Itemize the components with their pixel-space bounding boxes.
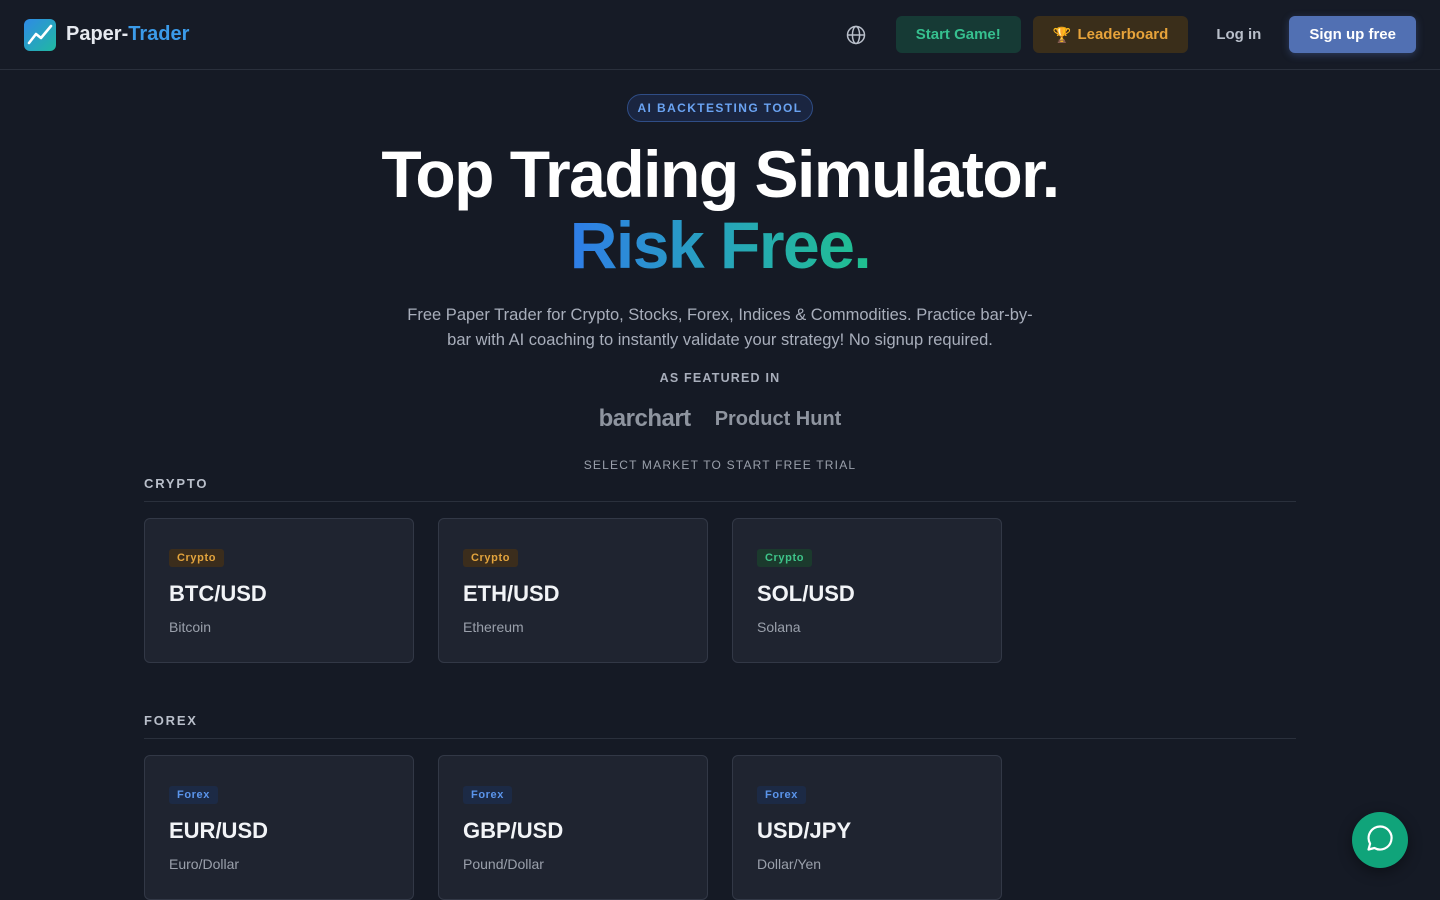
market-card-btc[interactable]: Crypto BTC/USD Bitcoin [144,518,414,663]
featured-label: AS FEATURED IN [659,371,781,385]
press-product-hunt[interactable]: Product Hunt [715,408,842,431]
chat-button[interactable] [1352,812,1408,868]
market-card-eurusd[interactable]: Forex EUR/USD Euro/Dollar [144,755,414,900]
globe-icon[interactable] [836,17,876,53]
signup-button[interactable]: Sign up free [1289,16,1416,53]
leaderboard-button[interactable]: 🏆 Leaderboard [1032,16,1189,53]
market-pair: SOL/USD [757,581,855,606]
section-divider [144,738,1296,739]
market-name: Dollar/Yen [757,856,822,872]
chart-line-icon [24,18,56,51]
start-game-button[interactable]: Start Game! [895,16,1021,53]
press-barchart[interactable]: barchart [599,405,692,433]
market-name: Pound/Dollar [463,856,544,872]
market-pair: EUR/USD [169,818,269,843]
market-name: Euro/Dollar [169,856,240,872]
logo[interactable]: Paper-Trader [24,18,189,51]
hero-subtitle: Free Paper Trader for Crypto, Stocks, Fo… [407,306,1033,349]
nav-actions: Start Game! 🏆 Leaderboard Log in Sign up … [836,16,1416,53]
press-logos: barchart Product Hunt [0,405,1440,433]
market-tag: Forex [169,786,218,804]
market-pair: USD/JPY [757,818,852,843]
market-tag: Crypto [463,549,519,567]
select-market-label: SELECT MARKET TO START FREE TRIAL [583,458,857,472]
market-tag: Crypto [757,549,813,567]
top-nav: Paper-Trader Start Game! 🏆 Leaderboard Lo… [0,0,1440,70]
section-divider [144,501,1296,502]
market-tag: Crypto [169,549,225,567]
market-pair: ETH/USD [463,581,560,606]
logo-text: Paper-Trader [66,23,189,46]
leaderboard-label: Leaderboard [1077,26,1169,43]
market-name: Ethereum [463,619,524,635]
logo-suffix: Trader [128,23,190,45]
market-card-gbpusd[interactable]: Forex GBP/USD Pound/Dollar [438,755,708,900]
hero-title-gradient: Risk Free. [569,208,872,282]
logo-prefix: Paper- [66,23,129,45]
market-pair: BTC/USD [169,581,267,606]
trophy-icon: 🏆 [1052,26,1072,44]
section-title-crypto: CRYPTO [144,476,209,491]
market-card-sol[interactable]: Crypto SOL/USD Solana [732,518,1002,663]
hero-badge: AI BACKTESTING TOOL [627,94,813,122]
chat-bubble-icon [1365,823,1395,858]
section-title-forex: FOREX [144,713,198,728]
hero-title-line2: Risk Free. [0,207,1440,283]
market-name: Bitcoin [169,619,212,635]
market-pair: GBP/USD [463,818,564,843]
market-card-usdjpy[interactable]: Forex USD/JPY Dollar/Yen [732,755,1002,900]
market-name: Solana [757,619,801,635]
market-card-eth[interactable]: Crypto ETH/USD Ethereum [438,518,708,663]
market-tag: Forex [757,786,806,804]
login-button[interactable]: Log in [1200,16,1277,53]
market-tag: Forex [463,786,512,804]
hero-title-line1: Top Trading Simulator. [381,137,1060,211]
